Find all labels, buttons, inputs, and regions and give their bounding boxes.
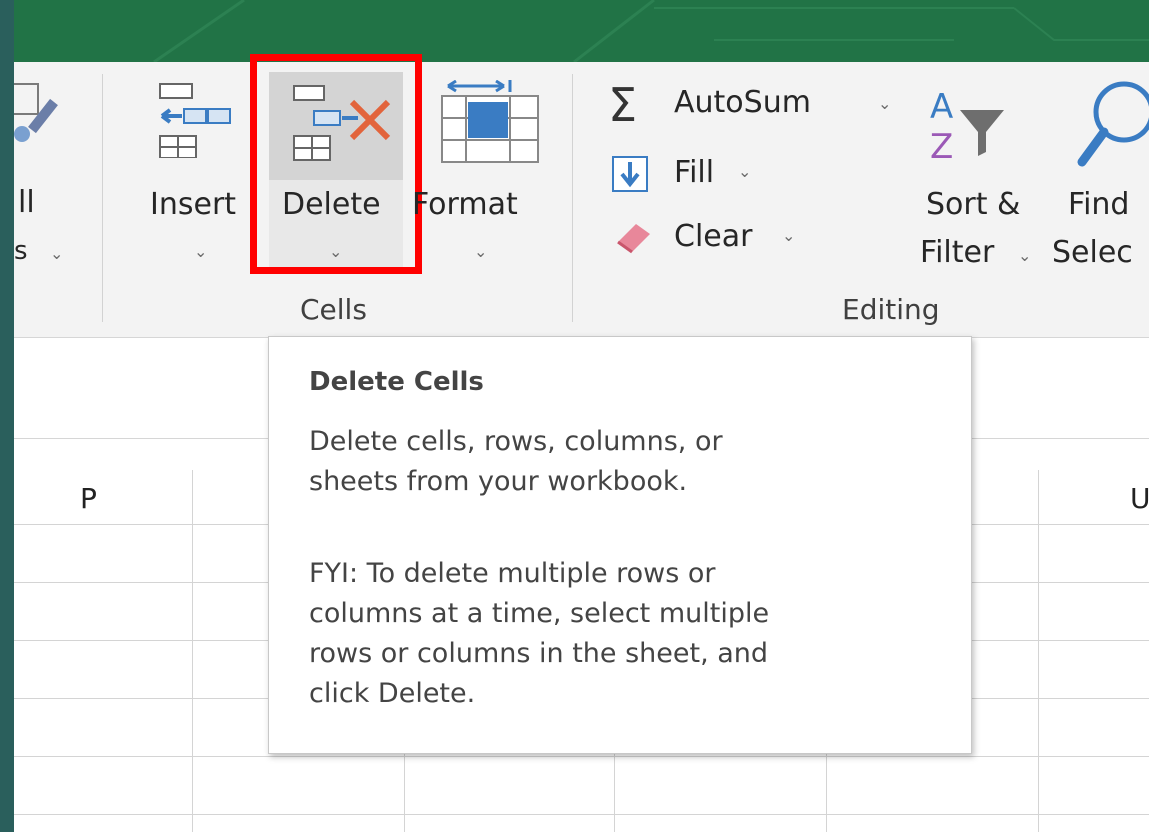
- ribbon: ll s ⌄ Insert ⌄ Delete ⌄ Format ⌄ Cells …: [14, 54, 1149, 338]
- fill-down-icon: [612, 156, 648, 192]
- title-bar: [14, 0, 1149, 62]
- highlight-annotation-box: [250, 54, 422, 274]
- magnifier-icon: [1077, 81, 1149, 167]
- tooltip-description-line-1: Delete cells, rows, columns, or: [309, 426, 723, 457]
- chevron-down-icon: ⌄: [878, 94, 892, 113]
- chevron-down-icon: ⌄: [782, 226, 796, 245]
- tooltip-fyi-line-1: FYI: To delete multiple rows or: [309, 558, 716, 589]
- chevron-down-icon: ⌄: [1018, 246, 1032, 265]
- chevron-down-icon: ⌄: [474, 242, 488, 261]
- format-label: Format: [412, 187, 518, 222]
- editing-group-label: Editing: [842, 293, 940, 326]
- group-separator: [572, 74, 573, 322]
- insert-label: Insert: [150, 187, 237, 222]
- delete-cells-tooltip: Delete Cells Delete cells, rows, columns…: [268, 336, 972, 754]
- group-separator: [102, 74, 103, 322]
- chevron-down-icon: ⌄: [50, 244, 64, 263]
- svg-text:A: A: [930, 87, 953, 127]
- cells-group-label: Cells: [300, 293, 367, 326]
- grid-column-line: [1038, 470, 1039, 832]
- insert-cells-icon: [159, 83, 231, 158]
- tooltip-title: Delete Cells: [309, 367, 484, 397]
- tooltip-description-line-2: sheets from your workbook.: [309, 466, 688, 497]
- find-select-label-1: Find: [1068, 187, 1130, 222]
- autosum-label: AutoSum: [674, 85, 811, 120]
- title-bar-pattern: [153, 0, 1149, 62]
- fill-label: Fill: [674, 155, 715, 190]
- find-select-label-2: Selec: [1052, 235, 1133, 270]
- grid-column-line: [192, 470, 193, 832]
- grid-row-line: [14, 756, 1149, 757]
- chevron-down-icon: ⌄: [738, 162, 752, 181]
- partial-button-label-2[interactable]: s: [14, 234, 28, 268]
- svg-text:Z: Z: [930, 127, 953, 167]
- grid-row-line: [14, 814, 1149, 815]
- sort-filter-label-2: Filter: [920, 235, 995, 270]
- partial-style-icon: [14, 83, 58, 142]
- tooltip-fyi-line-4: click Delete.: [309, 678, 476, 709]
- excel-window: ll s ⌄ Insert ⌄ Delete ⌄ Format ⌄ Cells …: [14, 0, 1149, 832]
- column-header-u[interactable]: U: [1130, 482, 1149, 515]
- sort-filter-icon: A Z: [930, 87, 1004, 167]
- sigma-icon: Σ: [608, 78, 638, 132]
- format-cells-icon: [441, 80, 539, 163]
- sort-filter-label-1: Sort &: [926, 187, 1021, 222]
- column-header-p[interactable]: P: [80, 482, 97, 515]
- tooltip-fyi-line-3: rows or columns in the sheet, and: [309, 638, 769, 669]
- tooltip-fyi-line-2: columns at a time, select multiple: [309, 598, 770, 629]
- chevron-down-icon: ⌄: [194, 242, 208, 261]
- partial-button-label[interactable]: ll: [18, 186, 35, 220]
- eraser-icon: [617, 224, 650, 254]
- clear-label: Clear: [674, 219, 753, 254]
